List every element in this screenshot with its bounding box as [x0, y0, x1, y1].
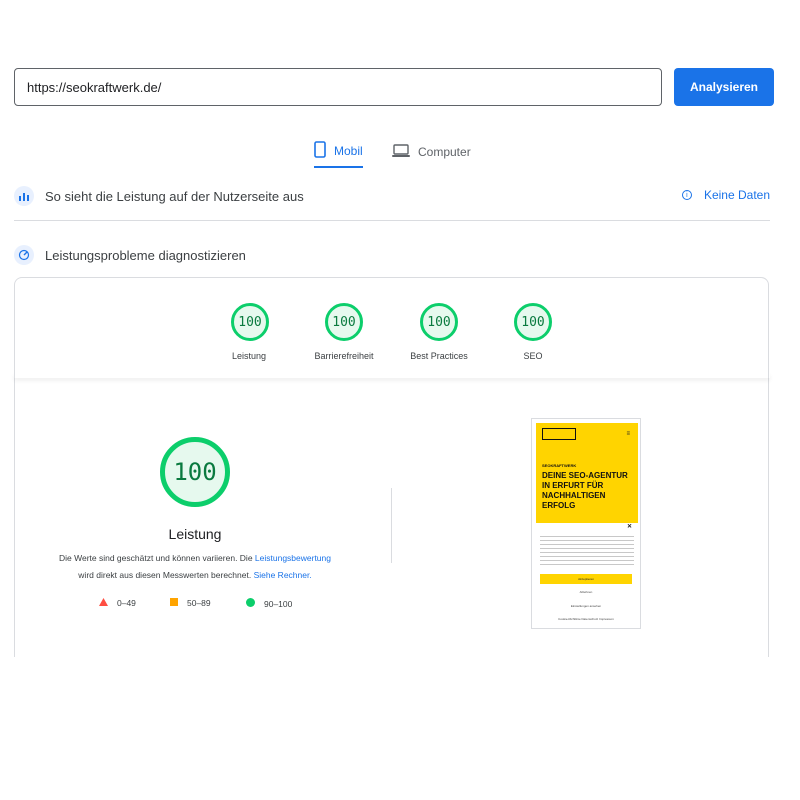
no-data-link[interactable]: i Keine Daten	[681, 188, 770, 202]
score-description-line2: wird direkt aus diesen Messwerten berech…	[30, 570, 360, 580]
score-label-performance: Leistung	[231, 351, 267, 361]
score-label-best-practices: Best Practices	[410, 351, 468, 361]
screenshot-cookie-text	[540, 536, 634, 568]
info-icon: i	[681, 190, 692, 200]
score-description-line1: Die Werte sind geschätzt und können vari…	[30, 553, 360, 563]
url-input[interactable]	[14, 68, 662, 106]
desc-text: Die Werte sind geschätzt und können vari…	[58, 553, 255, 563]
screenshot-logo	[542, 428, 576, 440]
circle-icon	[246, 598, 255, 609]
score-gauge-performance[interactable]: 100	[231, 303, 269, 341]
main-score-label: Leistung	[168, 526, 222, 542]
legend-pass: 90–100	[246, 598, 292, 609]
tab-mobile[interactable]: Mobil	[314, 136, 363, 168]
vertical-divider	[391, 488, 392, 563]
square-icon	[170, 598, 178, 608]
screenshot-reject: Ablehnen	[579, 590, 593, 594]
score-value: 100	[238, 314, 262, 330]
score-value: 100	[427, 314, 451, 330]
score-gauge-seo[interactable]: 100	[514, 303, 552, 341]
screenshot-accept-button: Akzeptieren	[540, 574, 632, 584]
page-screenshot[interactable]: ≡ SEOKRAFTWERK DEINE SEO-AGENTUR IN ERFU…	[531, 418, 641, 629]
screenshot-links: Cookie-Richtlinie Datenschutz Impressum	[558, 617, 614, 621]
score-value: 100	[521, 314, 545, 330]
diagnose-icon	[14, 245, 34, 265]
screenshot-settings: Einstellungen ansehen	[570, 604, 602, 608]
score-header-shadow	[14, 372, 770, 378]
tab-desktop[interactable]: Computer	[392, 136, 471, 168]
score-value: 100	[332, 314, 356, 330]
main-score-gauge: 100	[160, 437, 230, 507]
analyze-button[interactable]: Analysieren	[674, 68, 774, 106]
lab-data-title: Leistungsprobleme diagnostizieren	[45, 247, 246, 263]
no-data-label: Keine Daten	[703, 188, 770, 202]
score-label-seo: SEO	[523, 351, 543, 361]
field-data-icon	[14, 186, 34, 206]
desktop-icon	[392, 143, 410, 161]
tab-mobile-label: Mobil	[334, 144, 363, 158]
screenshot-headline: DEINE SEO-AGENTUR IN ERFURT FÜR NACHHALT…	[542, 471, 628, 510]
mobile-icon	[314, 141, 326, 161]
performance-score-link[interactable]: Leistungsbewertung	[255, 553, 331, 563]
field-data-title: So sieht die Leistung auf der Nutzerseit…	[45, 188, 304, 204]
main-score-value: 100	[173, 458, 217, 486]
legend-fail: 0–49	[99, 598, 136, 608]
triangle-icon	[99, 598, 108, 608]
score-label-accessibility: Barrierefreiheit	[314, 351, 374, 361]
close-icon: ✕	[626, 524, 632, 530]
score-gauge-best-practices[interactable]: 100	[420, 303, 458, 341]
score-gauge-accessibility[interactable]: 100	[325, 303, 363, 341]
menu-icon: ≡	[626, 431, 630, 437]
calculator-link[interactable]: Siehe Rechner.	[254, 570, 312, 580]
tab-desktop-label: Computer	[418, 145, 471, 159]
section-divider	[14, 220, 770, 221]
screenshot-kicker: SEOKRAFTWERK	[542, 463, 577, 468]
desc-text: wird direkt aus diesen Messwerten berech…	[78, 570, 254, 580]
legend-range: 90–100	[264, 598, 293, 609]
lab-data-header: Leistungsprobleme diagnostizieren	[14, 242, 770, 268]
legend-range: 0–49	[117, 598, 136, 608]
field-data-header: So sieht die Leistung auf der Nutzerseit…	[14, 183, 770, 209]
legend-average: 50–89	[170, 598, 211, 608]
legend-range: 50–89	[187, 598, 211, 608]
